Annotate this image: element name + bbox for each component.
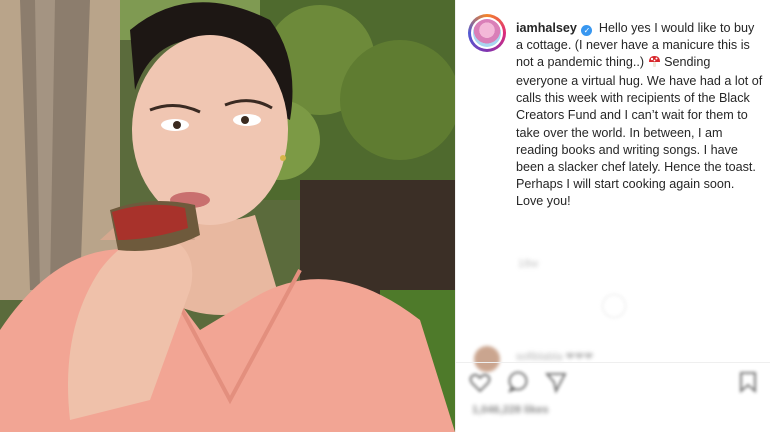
- avatar-image: [473, 19, 501, 47]
- send-icon[interactable]: [544, 370, 568, 399]
- heart-icon[interactable]: [468, 370, 492, 399]
- post-panel: iamhalsey ✓ Hello yes I would like to bu…: [455, 0, 770, 432]
- mushroom-icon: [648, 55, 661, 73]
- like-count[interactable]: 1,046,228 likes: [472, 404, 548, 416]
- bookmark-icon[interactable]: [737, 370, 759, 399]
- divider: [456, 362, 770, 363]
- comment-avatar: [474, 346, 500, 372]
- username-link[interactable]: iamhalsey: [516, 21, 577, 35]
- load-more-comments-icon[interactable]: [602, 294, 626, 318]
- post-photo[interactable]: [0, 0, 455, 432]
- post-age: 18w: [518, 258, 539, 270]
- caption-text-part2: Sending everyone a virtual hug. We have …: [516, 55, 763, 208]
- action-bar: [468, 370, 568, 399]
- comment-icon[interactable]: [506, 370, 530, 399]
- verified-badge-icon: ✓: [581, 25, 593, 36]
- avatar[interactable]: [468, 14, 506, 52]
- caption: iamhalsey ✓ Hello yes I would like to bu…: [516, 20, 764, 210]
